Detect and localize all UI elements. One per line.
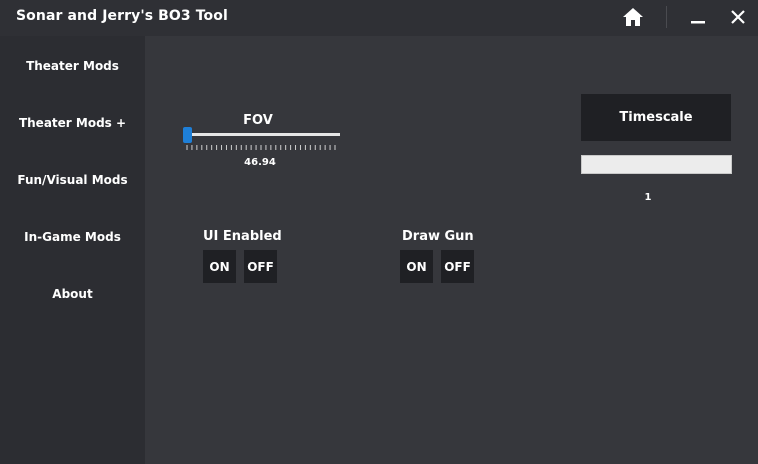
timescale-input[interactable]: [581, 155, 732, 174]
sidebar: Theater Mods Theater Mods + Fun/Visual M…: [0, 36, 145, 464]
app-title: Sonar and Jerry's BO3 Tool: [16, 8, 228, 24]
sidebar-item-in-game-mods[interactable]: In-Game Mods: [0, 222, 145, 252]
title-bar-divider: [666, 6, 667, 28]
fov-value: 46.94: [244, 157, 276, 168]
sidebar-item-fun-visual-mods[interactable]: Fun/Visual Mods: [0, 165, 145, 195]
fov-slider-track[interactable]: [186, 133, 340, 136]
home-icon: [623, 8, 643, 26]
draw-gun-label: Draw Gun: [402, 229, 474, 244]
ui-enabled-on-button[interactable]: ON: [203, 250, 236, 283]
title-bar: Sonar and Jerry's BO3 Tool: [0, 0, 758, 36]
minimize-button[interactable]: [684, 0, 712, 34]
close-icon: [731, 10, 745, 24]
sidebar-item-theater-mods[interactable]: Theater Mods: [0, 51, 145, 81]
fov-label: FOV: [243, 113, 273, 128]
minimize-icon: [691, 21, 705, 24]
ui-enabled-label: UI Enabled: [203, 229, 282, 244]
draw-gun-on-button[interactable]: ON: [400, 250, 433, 283]
sidebar-item-theater-mods-plus[interactable]: Theater Mods +: [0, 108, 145, 138]
ui-enabled-off-button[interactable]: OFF: [244, 250, 277, 283]
home-button[interactable]: [618, 0, 648, 34]
fov-slider-ticks: [186, 145, 336, 150]
fov-slider-thumb[interactable]: [183, 127, 192, 143]
timescale-value: 1: [644, 192, 652, 203]
timescale-button[interactable]: Timescale: [581, 94, 731, 141]
draw-gun-off-button[interactable]: OFF: [441, 250, 474, 283]
sidebar-item-about[interactable]: About: [0, 279, 145, 309]
close-button[interactable]: [724, 0, 752, 34]
